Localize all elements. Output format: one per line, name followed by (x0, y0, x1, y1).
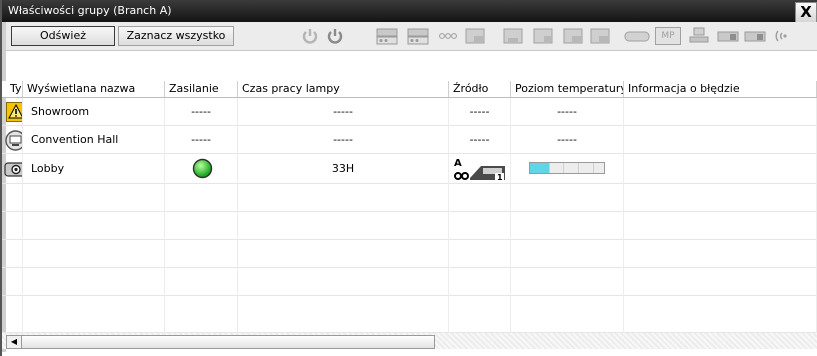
temperature-cell (511, 154, 624, 184)
column-header-name[interactable]: Wyświetlana nazwa (23, 81, 165, 97)
refresh-button[interactable]: Odśwież (11, 26, 115, 46)
column-header-lamp-time[interactable]: Czas pracy lampy (238, 81, 449, 97)
column-header-type[interactable]: Typ (6, 81, 23, 97)
close-button[interactable]: X (795, 2, 817, 23)
mp-icon[interactable]: MP (655, 27, 681, 45)
temperature-cell: ----- (511, 98, 624, 126)
dots-icon[interactable] (438, 27, 458, 45)
table-row[interactable]: Lobby 33H A 1 (2, 154, 817, 184)
select-all-button[interactable]: Zaznacz wszystko (118, 26, 234, 46)
video-icon[interactable] (624, 27, 650, 45)
power-cell: ----- (165, 98, 238, 126)
column-header-temperature[interactable]: Poziom temperatury (511, 81, 624, 97)
source-tag-label: A (454, 158, 462, 169)
table-row[interactable]: Convention Hall ----- ----- ----- ----- (2, 126, 817, 154)
temperature-bar-divider (592, 163, 594, 173)
freeze-2-icon[interactable] (744, 27, 766, 45)
temperature-bar (529, 162, 605, 174)
input-1-icon[interactable] (376, 27, 398, 45)
source-cell: ----- (449, 98, 511, 126)
error-info-cell (624, 98, 817, 126)
scroll-thumb[interactable] (21, 335, 435, 349)
freeze-1-icon[interactable] (717, 27, 739, 45)
column-header-source[interactable]: Źródło (449, 81, 511, 97)
source-cell: ----- (449, 126, 511, 154)
toolbar: Odśwież Zaznacz wszystko MP (2, 22, 817, 51)
input-7-icon[interactable] (589, 27, 611, 45)
scroll-left-arrow-icon[interactable]: ◀ (6, 335, 22, 349)
error-info-cell (624, 126, 817, 154)
table-header: Typ Wyświetlana nazwa Zasilanie Czas pra… (2, 81, 817, 98)
source-cell: A 1 (449, 154, 511, 184)
input-5-icon[interactable] (532, 27, 554, 45)
power-cell: ----- (165, 126, 238, 154)
window-title: Właściwości grupy (Branch A) (8, 4, 172, 17)
projector-icon (4, 162, 22, 177)
column-header-error-info[interactable]: Informacja o błędzie (624, 81, 817, 97)
power-cell (165, 154, 238, 184)
temperature-bar-divider (563, 163, 565, 173)
temperature-bar-divider (578, 163, 580, 173)
monitor-icon (5, 130, 22, 151)
warning-icon (6, 102, 22, 122)
type-cell (2, 154, 23, 184)
group-properties-window: Właściwości grupy (Branch A) X Odśwież Z… (0, 0, 817, 356)
lamp-time-cell: 33H (238, 154, 449, 184)
error-info-cell (624, 154, 817, 184)
lamp-time-cell: ----- (238, 126, 449, 154)
temperature-cell: ----- (511, 126, 624, 154)
title-bar[interactable]: Właściwości grupy (Branch A) X (2, 0, 817, 23)
name-cell: Lobby (23, 154, 165, 184)
empty-row (2, 296, 817, 333)
column-header-power[interactable]: Zasilanie (165, 81, 238, 97)
name-cell: Showroom (23, 98, 165, 126)
wireless-icon[interactable] (774, 27, 794, 45)
source-input-icon: A 1 (454, 158, 505, 182)
input-4-icon[interactable] (502, 27, 524, 45)
power-off-icon[interactable] (301, 27, 319, 45)
table-row[interactable]: Showroom ----- ----- ----- ----- (2, 98, 817, 126)
source-port-label: 1 (497, 173, 503, 182)
power-on-indicator-icon (192, 158, 213, 179)
input-3-icon[interactable] (464, 27, 486, 45)
empty-row (2, 268, 817, 296)
network-icon[interactable] (688, 27, 710, 45)
input-2-icon[interactable] (407, 27, 429, 45)
name-cell: Convention Hall (23, 126, 165, 154)
horizontal-scrollbar[interactable]: ◀ (2, 333, 817, 349)
type-cell (2, 98, 23, 126)
type-cell (2, 126, 23, 154)
empty-row (2, 240, 817, 268)
empty-row (2, 184, 817, 212)
power-on-icon[interactable] (326, 27, 344, 45)
lamp-time-cell: ----- (238, 98, 449, 126)
empty-row (2, 212, 817, 240)
temperature-bar-fill (530, 163, 549, 173)
temperature-bar-divider (548, 163, 550, 173)
input-6-icon[interactable] (562, 27, 584, 45)
